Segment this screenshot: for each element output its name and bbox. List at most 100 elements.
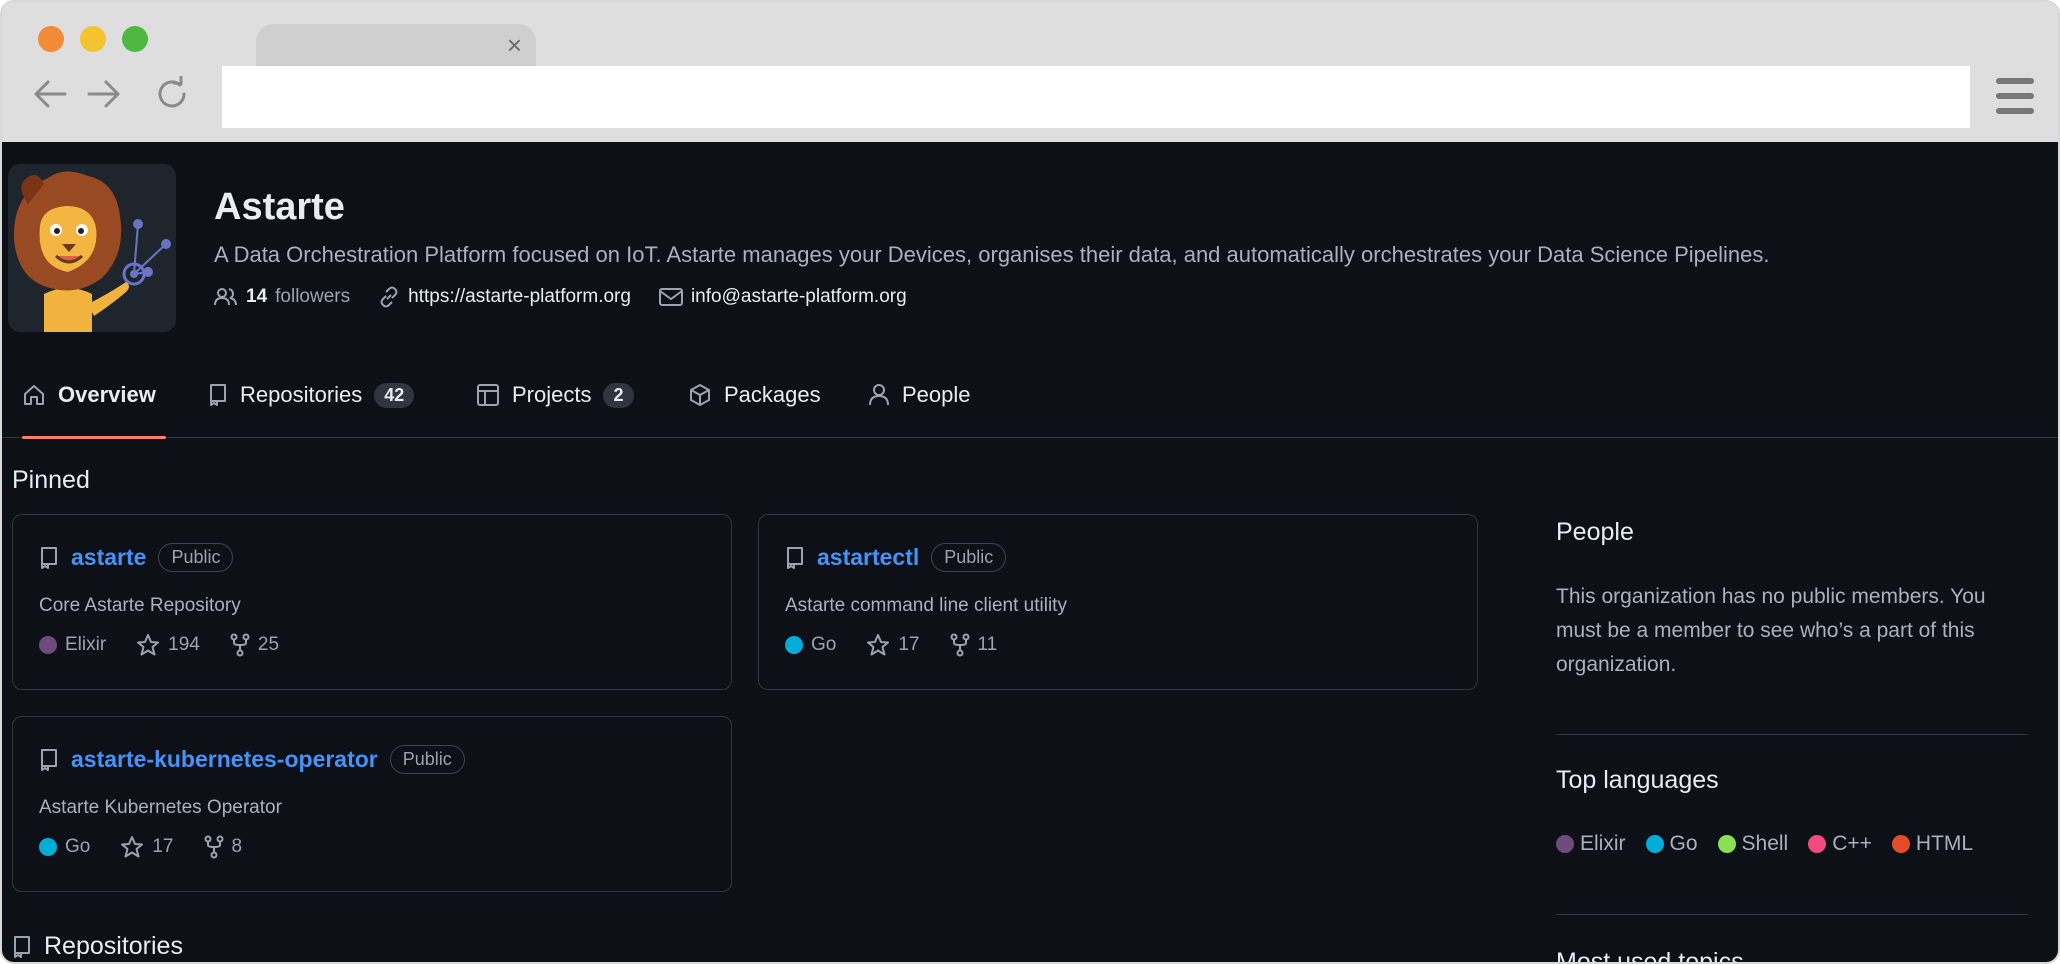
star-icon [137,634,160,656]
language-color-dot [1808,835,1827,853]
language-color-dot [1556,835,1574,853]
mail-icon [658,288,683,306]
lion-mascot-icon [13,171,171,332]
browser-window: × Astarte A Data Orchestration Platform … [0,0,2060,964]
pinned-repo-card: astarte-kubernetes-operator Public Astar… [12,716,732,892]
repo-forks-link[interactable]: 8 [204,835,242,859]
language-name: Go [65,836,91,857]
hamburger-icon-bar [1996,93,2034,99]
language-color-dot [39,636,57,654]
repo-meta: Go 17 8 [39,835,242,859]
forward-button[interactable] [84,74,124,114]
org-avatar [8,164,176,332]
star-icon [867,634,890,656]
language-name: HTML [1915,832,1974,855]
repo-language: Go [39,836,90,858]
tab-close-icon[interactable]: × [507,30,522,60]
tab-projects-label: Projects [512,382,592,407]
top-languages-list: Elixir Go Shell C++ HTML [1556,832,1973,856]
repositories-heading-text: Repositories [44,932,183,960]
pinned-heading: Pinned [12,466,90,494]
repo-icon [41,748,57,771]
language-name: Elixir [1580,832,1626,855]
browser-tab[interactable]: × [256,24,536,66]
email-link[interactable]: info@astarte-platform.org [658,286,907,308]
visibility-badge: Public [389,745,465,774]
language-item[interactable]: Go [1645,832,1698,856]
language-color-dot [1645,835,1664,853]
browser-menu-button[interactable] [1996,78,2034,114]
stars-count: 194 [168,634,200,655]
org-description: A Data Orchestration Platform focused on… [214,242,1770,267]
arrow-left-icon [34,80,67,108]
org-sidebar: People This organization has no public m… [1556,142,2028,964]
language-item[interactable]: HTML [1891,832,1974,856]
address-bar[interactable] [222,66,1970,128]
language-item[interactable]: C++ [1808,832,1872,856]
tab-projects[interactable]: Projects 2 [476,352,634,438]
org-page: Astarte A Data Orchestration Platform fo… [2,142,2058,964]
back-button[interactable] [30,74,70,114]
tab-packages[interactable]: Packages [688,352,821,438]
language-color-dot [1717,835,1736,853]
people-empty-text: This organization has no public members.… [1556,585,1986,676]
repo-stars-link[interactable]: 194 [136,633,200,657]
stars-count: 17 [152,836,174,857]
tab-repositories[interactable]: Repositories 42 [208,352,415,438]
card-header: astarte-kubernetes-operator Public [39,745,465,774]
fork-icon [230,633,250,657]
repositories-section-heading: Repositories [12,932,183,961]
repo-meta: Elixir 194 25 [39,633,279,657]
close-window-button[interactable] [38,26,64,52]
fork-icon [950,633,969,657]
email-address: info@astarte-platform.org [690,286,907,307]
repo-name-link[interactable]: astarte-kubernetes-operator [71,746,378,773]
tab-people-label: People [902,382,971,407]
card-header: astartectl Public [785,543,1007,572]
language-item[interactable]: Elixir [1556,832,1626,856]
repo-name-link[interactable]: astartectl [817,544,919,571]
home-icon [24,385,44,405]
arrow-right-icon [87,80,120,108]
language-name: Shell [1741,832,1789,855]
tab-packages-label: Packages [724,382,821,407]
language-name: C++ [1832,832,1872,855]
repo-description: Core Astarte Repository [39,595,241,616]
tab-repositories-label: Repositories [240,382,363,407]
pinned-repo-card: astarte Public Core Astarte Repository E… [12,514,732,690]
repo-language: Elixir [39,634,106,656]
visibility-badge: Public [931,543,1007,572]
repo-stars-link[interactable]: 17 [120,835,174,859]
maximize-window-button[interactable] [122,26,148,52]
repositories-count: 42 [374,382,415,408]
language-name: Elixir [65,634,107,655]
most-used-topics-heading: Most used topics [1556,948,1744,964]
org-name: Astarte [214,186,345,228]
repo-stars-link[interactable]: 17 [866,633,920,657]
language-color-dot [1891,835,1910,853]
repo-description: Astarte Kubernetes Operator [39,797,282,818]
stars-count: 17 [898,634,920,655]
repo-icon [41,546,57,569]
followers-label: followers [275,286,351,307]
reload-button[interactable] [152,74,192,114]
reload-icon [158,76,186,108]
tab-overview-label: Overview [58,382,156,407]
language-item[interactable]: Shell [1717,832,1789,856]
star-icon [121,836,144,858]
followers-link[interactable]: 14 followers [214,286,350,308]
tab-overview[interactable]: Overview [22,352,166,439]
language-name: Go [1669,832,1698,855]
repo-forks-link[interactable]: 25 [230,633,279,657]
language-color-dot [785,636,803,654]
repo-forks-link[interactable]: 11 [950,633,997,657]
website-link[interactable]: https://astarte-platform.org [378,286,631,308]
minimize-window-button[interactable] [80,26,106,52]
language-name: Go [811,634,837,655]
tab-people[interactable]: People [868,352,971,438]
browser-chrome: × [2,2,2058,142]
forks-count: 25 [257,634,280,655]
sidebar-divider [1556,914,2028,915]
repo-name-link[interactable]: astarte [71,544,146,571]
people-icon [214,288,237,306]
